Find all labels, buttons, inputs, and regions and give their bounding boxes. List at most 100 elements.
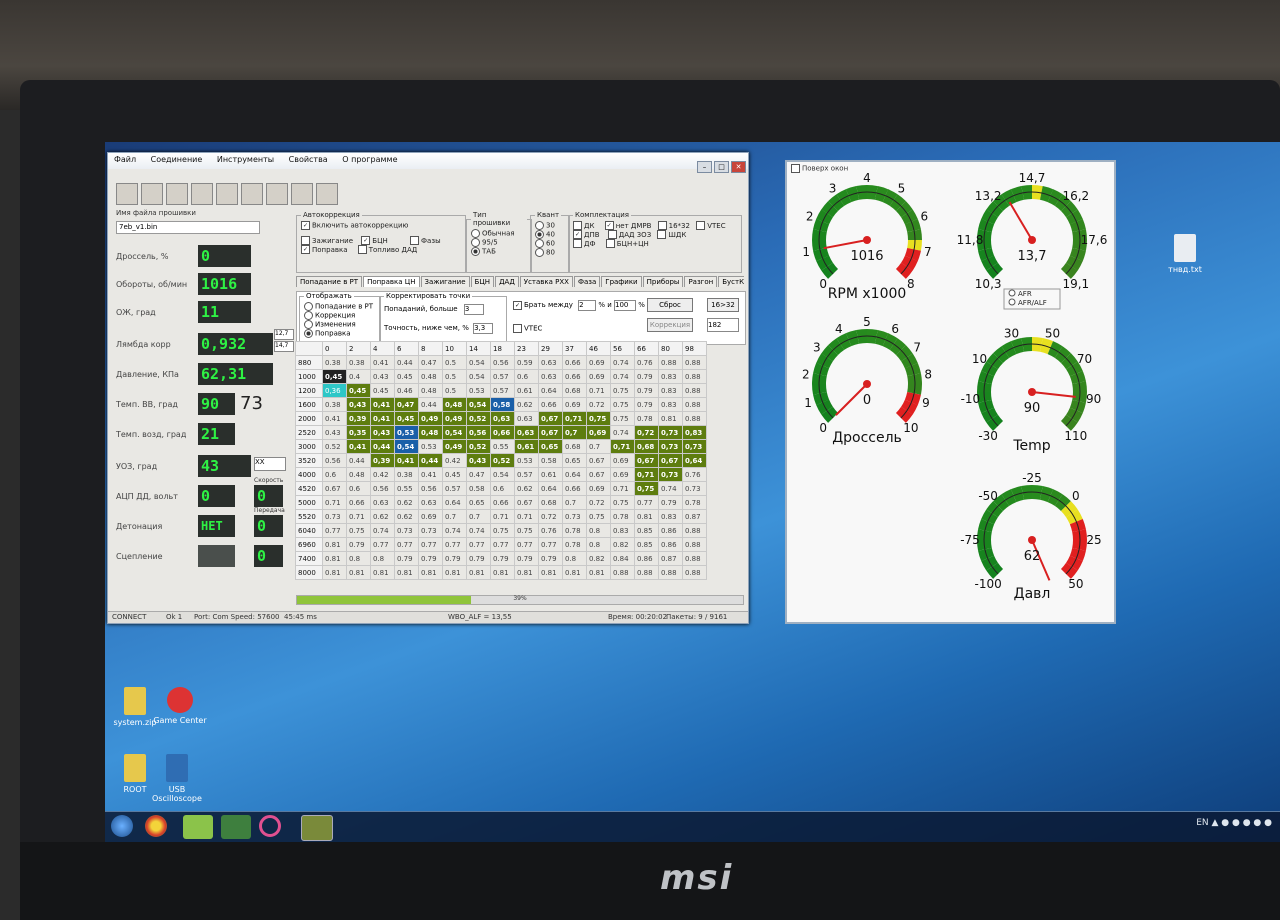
map-cell[interactable]: 0,69	[586, 425, 611, 440]
take-between-checkbox[interactable]: ✓	[513, 300, 522, 310]
map-cell[interactable]: 0.47	[418, 355, 443, 370]
map-cell[interactable]: 0,58	[490, 397, 515, 412]
disconnect-icon[interactable]	[141, 183, 163, 205]
map-cell[interactable]: 0.88	[682, 551, 707, 566]
map-cell[interactable]: 0.63	[370, 495, 395, 510]
map-cell[interactable]: 0.88	[682, 523, 707, 538]
map-cell[interactable]: 0.44	[394, 355, 419, 370]
map-cell[interactable]: 0.69	[586, 355, 611, 370]
map-cell[interactable]: 0.42	[370, 467, 395, 482]
map-cell[interactable]: 0.8	[562, 551, 587, 566]
map-cell[interactable]: 0.88	[682, 411, 707, 426]
map-cell[interactable]: 0.76	[538, 523, 563, 538]
map-cell[interactable]: 0.4	[346, 369, 371, 384]
map-cell[interactable]: 0.5	[442, 369, 467, 384]
fw-type-tab[interactable]: ТАБ	[471, 247, 527, 256]
tool-icon[interactable]	[221, 815, 251, 839]
map-cell[interactable]: 0.38	[346, 355, 371, 370]
map-cell[interactable]: 0.72	[538, 509, 563, 524]
map-cell[interactable]: 0,44	[418, 453, 443, 468]
map-cell[interactable]: 0.77	[394, 537, 419, 552]
map-cell[interactable]: 0,71	[634, 467, 659, 482]
autocorr-phases[interactable]: Фазы	[410, 236, 441, 245]
map-cell[interactable]: 0.54	[490, 467, 515, 482]
fw-type-normal[interactable]: Обычная	[471, 229, 527, 238]
map-cell[interactable]: 0.52	[322, 439, 347, 454]
map-cell[interactable]: 0.43	[322, 425, 347, 440]
autocorr-fuel-map[interactable]: Топливо ДАД	[357, 245, 417, 254]
map-cell[interactable]: 0,41	[370, 397, 395, 412]
map-cell[interactable]: 0.69	[418, 509, 443, 524]
map-cell[interactable]: 0.65	[562, 453, 587, 468]
quant-30[interactable]: 30	[535, 221, 565, 230]
config-dad[interactable]: ДАД 3ОЗ	[607, 230, 651, 239]
map-cell[interactable]: 0,67	[538, 411, 563, 426]
vtec-option[interactable]: VTEC	[513, 324, 542, 333]
hits-input[interactable]: 3	[463, 304, 484, 315]
map-cell[interactable]: 0.56	[418, 481, 443, 496]
map-cell[interactable]: 0,45	[394, 411, 419, 426]
map-cell[interactable]: 0.62	[370, 509, 395, 524]
fish-icon[interactable]	[241, 183, 263, 205]
map-cell[interactable]: 0.53	[466, 383, 491, 398]
map-cell[interactable]: 0,41	[370, 411, 395, 426]
map-cell[interactable]: 0.74	[466, 523, 491, 538]
map-cell[interactable]: 0.61	[538, 467, 563, 482]
tab-rt-hits[interactable]: Попадание в РТ	[296, 276, 363, 287]
map-cell[interactable]: 0.77	[538, 537, 563, 552]
map-cell[interactable]: 0.8	[586, 523, 611, 538]
map-cell[interactable]: 0.75	[610, 397, 635, 412]
map-cell[interactable]: 0.75	[610, 411, 635, 426]
map-cell[interactable]: 0.54	[466, 355, 491, 370]
map-cell[interactable]: 0.71	[346, 509, 371, 524]
map-cell[interactable]: 0.66	[562, 481, 587, 496]
map-cell[interactable]: 0.71	[514, 509, 539, 524]
map-cell[interactable]: 0,53	[394, 425, 419, 440]
map-cell[interactable]: 0,52	[466, 439, 491, 454]
map-cell[interactable]: 0,63	[514, 425, 539, 440]
map-cell[interactable]: 0.63	[538, 369, 563, 384]
map-cell[interactable]: 0,43	[466, 453, 491, 468]
map-cell[interactable]: 0.6	[490, 481, 515, 496]
menu-about[interactable]: О программе	[342, 155, 397, 164]
map-cell[interactable]: 0.74	[370, 523, 395, 538]
map-cell[interactable]: 0.44	[346, 453, 371, 468]
map-cell[interactable]: 0.75	[514, 523, 539, 538]
map-cell[interactable]: 0,41	[346, 439, 371, 454]
map-cell[interactable]: 0.83	[610, 523, 635, 538]
map-cell[interactable]: 0.53	[418, 439, 443, 454]
map-cell[interactable]: 0,72	[634, 425, 659, 440]
map-cell[interactable]: 0.67	[586, 467, 611, 482]
map-cell[interactable]: 0.73	[562, 509, 587, 524]
map-cell[interactable]: 0,65	[538, 439, 563, 454]
desktop-icon-tnvd-txt[interactable]: тнвд.txt	[1155, 234, 1215, 274]
map-cell[interactable]: 0,39	[346, 411, 371, 426]
map-cell[interactable]: 0.69	[610, 467, 635, 482]
map-cell[interactable]: 0.77	[634, 495, 659, 510]
tab-acceleration[interactable]: Разгон	[684, 276, 718, 287]
opera-icon[interactable]	[259, 815, 281, 837]
map-cell[interactable]: 0.81	[322, 551, 347, 566]
map-cell[interactable]: 0.79	[634, 369, 659, 384]
map-cell[interactable]: 0.79	[490, 551, 515, 566]
map-cell[interactable]: 0.7	[442, 509, 467, 524]
display-correction[interactable]: Коррекция	[304, 311, 376, 320]
map-cell[interactable]: 0.73	[394, 523, 419, 538]
map-cell[interactable]: 0,47	[394, 397, 419, 412]
map-cell[interactable]: 0.77	[322, 523, 347, 538]
map-cell[interactable]: 0.57	[514, 467, 539, 482]
map-cell[interactable]: 0.86	[658, 537, 683, 552]
map-cell[interactable]: 0.83	[658, 397, 683, 412]
map-cell[interactable]: 0.81	[658, 411, 683, 426]
map-cell[interactable]: 0.88	[682, 397, 707, 412]
map-cell[interactable]: 0,73	[682, 439, 707, 454]
map-cell[interactable]: 0.65	[466, 495, 491, 510]
refresh-icon[interactable]	[216, 183, 238, 205]
flash-icon[interactable]	[316, 183, 338, 205]
map-cell[interactable]: 0.71	[586, 383, 611, 398]
map-cell[interactable]: 0,68	[634, 439, 659, 454]
map-cell[interactable]: 0.63	[514, 411, 539, 426]
map-cell[interactable]: 0.43	[370, 369, 395, 384]
map-cell[interactable]: 0.88	[610, 565, 635, 580]
map-cell[interactable]: 0,63	[490, 411, 515, 426]
